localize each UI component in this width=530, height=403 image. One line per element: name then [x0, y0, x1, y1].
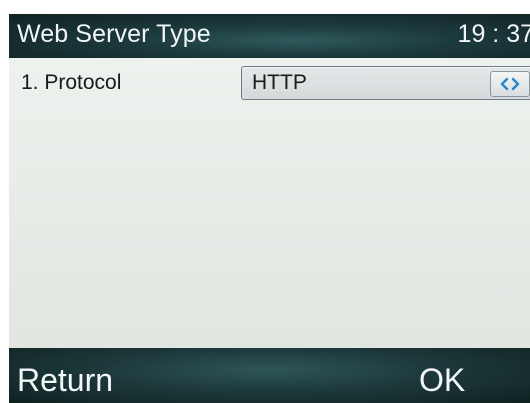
option-switch-button[interactable] [490, 71, 530, 97]
left-right-arrows-icon [500, 77, 520, 91]
device-bezel [0, 0, 530, 14]
list-item-protocol[interactable]: 1. Protocol HTTP [9, 66, 530, 100]
protocol-label: 1. Protocol [21, 71, 122, 94]
settings-list: 1. Protocol HTTP [9, 58, 530, 348]
ok-softkey[interactable]: OK [419, 362, 465, 399]
title-bar: Web Server Type 19 : 37 [9, 14, 530, 58]
protocol-select[interactable]: HTTP [241, 66, 530, 100]
clock: 19 : 37 [457, 20, 530, 48]
return-softkey[interactable]: Return [17, 362, 113, 399]
page-title: Web Server Type [17, 20, 211, 48]
softkey-bar: Return OK [9, 348, 530, 403]
protocol-value: HTTP [252, 71, 307, 94]
phone-screen: Web Server Type 19 : 37 1. Protocol HTTP… [9, 14, 530, 403]
